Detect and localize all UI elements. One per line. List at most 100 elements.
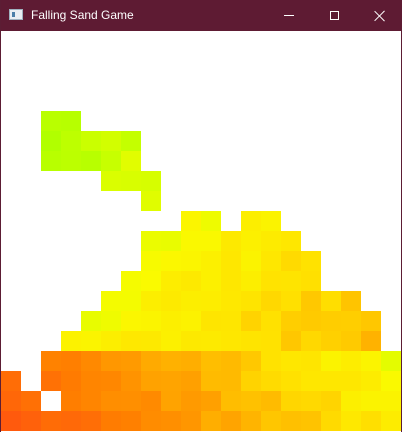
maximize-button[interactable]: [311, 0, 357, 31]
sand-particle: [1, 391, 21, 411]
sand-particle: [261, 311, 281, 331]
minimize-button[interactable]: [266, 0, 312, 31]
sand-particle: [141, 251, 161, 271]
sand-particle: [101, 291, 121, 311]
sand-particle: [61, 351, 81, 371]
app-window-icon[interactable]: [9, 9, 23, 20]
app-window: Falling Sand Game: [0, 0, 402, 432]
sand-particle: [201, 391, 221, 411]
sand-particle: [301, 291, 321, 311]
sand-particle: [321, 291, 341, 311]
sand-particle: [121, 351, 141, 371]
sand-particle: [101, 151, 121, 171]
sand-particle: [141, 331, 161, 351]
sand-particle: [341, 371, 361, 391]
sand-particle: [221, 391, 241, 411]
sand-particle: [381, 411, 401, 431]
sand-particle: [181, 331, 201, 351]
sand-particle: [141, 311, 161, 331]
sand-particle: [261, 291, 281, 311]
sand-particle: [221, 231, 241, 251]
sand-particle: [81, 151, 101, 171]
sand-particle: [141, 291, 161, 311]
sand-particle: [141, 411, 161, 431]
sand-particle: [101, 171, 121, 191]
maximize-icon: [329, 11, 339, 20]
sand-particle: [101, 331, 121, 351]
close-icon: [374, 10, 386, 22]
sand-particle: [281, 331, 301, 351]
sand-particle: [201, 351, 221, 371]
sand-particle: [201, 211, 221, 231]
sand-particle: [181, 271, 201, 291]
sand-particle: [41, 351, 61, 371]
sand-particle: [361, 391, 381, 411]
sand-particle: [61, 371, 81, 391]
sand-particle: [201, 311, 221, 331]
sand-particle: [101, 411, 121, 431]
sand-particle: [121, 271, 141, 291]
sand-particle: [321, 311, 341, 331]
sand-particle: [161, 271, 181, 291]
sand-particle: [321, 411, 341, 431]
sand-particle: [301, 371, 321, 391]
sand-particle: [241, 311, 261, 331]
sand-particle: [241, 411, 261, 431]
sand-canvas[interactable]: [1, 31, 401, 432]
sand-particle: [181, 311, 201, 331]
sand-particle: [361, 331, 381, 351]
sand-particle: [261, 211, 281, 231]
sand-particle: [201, 271, 221, 291]
sand-particle: [101, 311, 121, 331]
sand-particle: [181, 371, 201, 391]
sand-particle: [141, 271, 161, 291]
sand-particle: [261, 351, 281, 371]
sand-particle: [41, 411, 61, 431]
sand-particle: [241, 251, 261, 271]
sand-particle: [121, 151, 141, 171]
sand-particle: [41, 371, 61, 391]
sand-particle: [41, 151, 61, 171]
sand-particle: [341, 411, 361, 431]
sand-particle: [281, 311, 301, 331]
sand-particle: [161, 291, 181, 311]
sand-particle: [201, 231, 221, 251]
sand-particle: [61, 111, 81, 131]
sand-particle: [201, 411, 221, 431]
sand-particle: [181, 291, 201, 311]
sand-particle: [241, 391, 261, 411]
sand-particle: [341, 351, 361, 371]
sand-particle: [61, 411, 81, 431]
sand-particle: [221, 351, 241, 371]
sand-particle: [241, 211, 261, 231]
sand-particle: [321, 391, 341, 411]
sand-particle: [301, 331, 321, 351]
sand-particle: [41, 111, 61, 131]
sand-particle: [181, 411, 201, 431]
sand-particle: [261, 231, 281, 251]
sand-particle: [281, 251, 301, 271]
sand-particle: [221, 251, 241, 271]
sand-particle: [361, 371, 381, 391]
window-title: Falling Sand Game: [31, 8, 134, 22]
sand-particle: [241, 231, 261, 251]
sand-particle: [161, 331, 181, 351]
sand-particle: [81, 391, 101, 411]
title-bar[interactable]: Falling Sand Game: [1, 0, 402, 31]
sand-particle: [121, 171, 141, 191]
sand-particle: [141, 231, 161, 251]
sand-particle: [261, 411, 281, 431]
sand-particle: [121, 371, 141, 391]
sand-particle: [141, 191, 161, 211]
sand-particle: [281, 351, 301, 371]
sand-particle: [81, 131, 101, 151]
sand-particle: [221, 331, 241, 351]
sand-particle: [161, 411, 181, 431]
close-button[interactable]: [357, 0, 402, 31]
sand-particle: [281, 291, 301, 311]
sand-particle: [161, 251, 181, 271]
sand-particle: [261, 371, 281, 391]
sand-particle: [301, 351, 321, 371]
sand-particle: [241, 351, 261, 371]
sand-particle: [61, 131, 81, 151]
